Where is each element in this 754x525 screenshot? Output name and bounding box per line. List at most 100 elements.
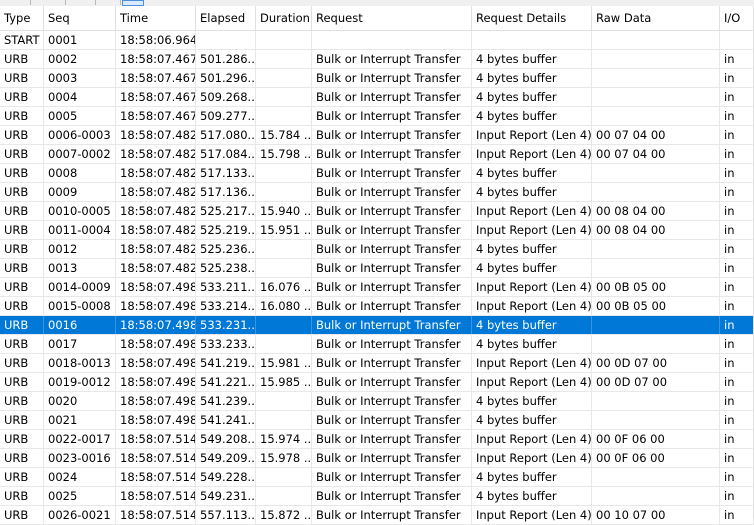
toolbar-fragment xyxy=(65,0,96,5)
cell-type: URB xyxy=(0,126,44,144)
table-row[interactable]: URB 0006-0003 18:58:07.482 517.080... 15.784… xyxy=(0,126,754,145)
cell-request-details: Input Report (Len 4) xyxy=(472,297,592,315)
table-row[interactable]: URB 0017 18:58:07.498 533.233... Bulk or Int… xyxy=(0,335,754,354)
cell-type: URB xyxy=(0,164,44,182)
cell-type: URB xyxy=(0,202,44,220)
cell-duration: 16.076 ... xyxy=(256,278,312,296)
column-header-row: Type Seq Time Elapsed Duration Request R… xyxy=(0,6,754,31)
cell-raw-data: 00 0B 05 00 xyxy=(592,297,720,315)
cell-request: Bulk or Interrupt Transfer xyxy=(312,506,472,524)
cell-time: 18:58:07.482 xyxy=(116,145,196,163)
table-row[interactable]: URB 0018-0013 18:58:07.498 541.219... 15.981… xyxy=(0,354,754,373)
cell-type: URB xyxy=(0,50,44,68)
column-header-request[interactable]: Request xyxy=(312,6,472,30)
cell-io: in xyxy=(720,145,754,163)
cell-raw-data xyxy=(592,69,720,87)
table-row[interactable]: URB 0007-0002 18:58:07.482 517.084... 15.798… xyxy=(0,145,754,164)
cell-io: in xyxy=(720,487,754,505)
cell-duration: 16.080 ... xyxy=(256,297,312,315)
cell-time: 18:58:07.482 xyxy=(116,259,196,277)
cell-request-details: Input Report (Len 4) xyxy=(472,145,592,163)
cell-duration: 15.940 ... xyxy=(256,202,312,220)
table-row[interactable]: START 0001 18:58:06.964 xyxy=(0,31,754,50)
cell-seq: 0003 xyxy=(44,69,116,87)
cell-seq: 0013 xyxy=(44,259,116,277)
table-row[interactable]: URB 0004 18:58:07.467 509.268... Bulk or Int… xyxy=(0,88,754,107)
table-row[interactable]: URB 0020 18:58:07.498 541.239... Bulk or Int… xyxy=(0,392,754,411)
cell-request-details: 4 bytes buffer xyxy=(472,164,592,182)
cell-request: Bulk or Interrupt Transfer xyxy=(312,373,472,391)
cell-time: 18:58:07.514 xyxy=(116,430,196,448)
cell-elapsed: 549.208... xyxy=(196,430,256,448)
cell-seq: 0014-0009 xyxy=(44,278,116,296)
cell-time: 18:58:07.467 xyxy=(116,107,196,125)
cell-duration xyxy=(256,487,312,505)
table-row[interactable]: URB 0024 18:58:07.514 549.228... Bulk or Int… xyxy=(0,468,754,487)
table-row[interactable]: URB 0025 18:58:07.514 549.231... Bulk or Int… xyxy=(0,487,754,506)
table-row[interactable]: URB 0013 18:58:07.482 525.238... Bulk or Int… xyxy=(0,259,754,278)
cell-seq: 0001 xyxy=(44,31,116,49)
cell-type: URB xyxy=(0,430,44,448)
table-row[interactable]: URB 0002 18:58:07.467 501.286... Bulk or Int… xyxy=(0,50,754,69)
cell-duration xyxy=(256,107,312,125)
cell-request-details: 4 bytes buffer xyxy=(472,69,592,87)
cell-io: in xyxy=(720,392,754,410)
column-header-time[interactable]: Time xyxy=(116,6,196,30)
cell-io: in xyxy=(720,278,754,296)
cell-duration xyxy=(256,335,312,353)
column-header-seq[interactable]: Seq xyxy=(44,6,116,30)
cell-elapsed: 525.236... xyxy=(196,240,256,258)
cell-io: in xyxy=(720,335,754,353)
column-header-type[interactable]: Type xyxy=(0,6,44,30)
table-row[interactable]: URB 0023-0016 18:58:07.514 549.209... 15.978… xyxy=(0,449,754,468)
cell-seq: 0017 xyxy=(44,335,116,353)
table-row[interactable]: URB 0015-0008 18:58:07.498 533.214... 16.080… xyxy=(0,297,754,316)
cell-type: URB xyxy=(0,240,44,258)
column-header-raw-data[interactable]: Raw Data xyxy=(592,6,720,30)
table-row[interactable]: URB 0010-0005 18:58:07.482 525.217... 15.940… xyxy=(0,202,754,221)
column-header-elapsed[interactable]: Elapsed xyxy=(196,6,256,30)
cell-type: URB xyxy=(0,468,44,486)
table-row[interactable]: URB 0022-0017 18:58:07.514 549.208... 15.974… xyxy=(0,430,754,449)
cell-type: URB xyxy=(0,335,44,353)
cell-time: 18:58:07.467 xyxy=(116,50,196,68)
table-row[interactable]: URB 0012 18:58:07.482 525.236... Bulk or Int… xyxy=(0,240,754,259)
table-row[interactable]: URB 0014-0009 18:58:07.498 533.211... 16.076… xyxy=(0,278,754,297)
table-row[interactable]: URB 0026-0021 18:58:07.514 557.113... 15.872… xyxy=(0,506,754,525)
cell-time: 18:58:07.498 xyxy=(116,278,196,296)
table-row[interactable]: URB 0003 18:58:07.467 501.296... Bulk or Int… xyxy=(0,69,754,88)
table-row-selected[interactable]: URB 0016 18:58:07.498 533.231... Bulk or Int… xyxy=(0,316,754,335)
cell-io: in xyxy=(720,506,754,524)
table-row[interactable]: URB 0005 18:58:07.467 509.277... Bulk or Int… xyxy=(0,107,754,126)
cell-duration xyxy=(256,259,312,277)
cell-duration: 15.798 ... xyxy=(256,145,312,163)
cell-time: 18:58:06.964 xyxy=(116,31,196,49)
cell-request: Bulk or Interrupt Transfer xyxy=(312,202,472,220)
cell-seq: 0009 xyxy=(44,183,116,201)
cell-raw-data xyxy=(592,468,720,486)
cell-type: URB xyxy=(0,449,44,467)
table-row[interactable]: URB 0008 18:58:07.482 517.133... Bulk or Int… xyxy=(0,164,754,183)
table-row[interactable]: URB 0019-0012 18:58:07.498 541.221... 15.985… xyxy=(0,373,754,392)
cell-request-details: 4 bytes buffer xyxy=(472,107,592,125)
cell-seq: 0019-0012 xyxy=(44,373,116,391)
cell-duration xyxy=(256,164,312,182)
cell-seq: 0004 xyxy=(44,88,116,106)
table-row[interactable]: URB 0011-0004 18:58:07.482 525.219... 15.951… xyxy=(0,221,754,240)
cell-type: URB xyxy=(0,107,44,125)
cell-request: Bulk or Interrupt Transfer xyxy=(312,487,472,505)
cell-type: URB xyxy=(0,278,44,296)
column-header-io[interactable]: I/O xyxy=(720,6,754,30)
cell-raw-data: 00 0F 06 00 xyxy=(592,430,720,448)
cell-io xyxy=(720,31,754,49)
cell-request: Bulk or Interrupt Transfer xyxy=(312,316,472,334)
table-row[interactable]: URB 0009 18:58:07.482 517.136... Bulk or Int… xyxy=(0,183,754,202)
table-row[interactable]: URB 0021 18:58:07.498 541.241... Bulk or Int… xyxy=(0,411,754,430)
column-header-request-details[interactable]: Request Details xyxy=(472,6,592,30)
column-header-duration[interactable]: Duration xyxy=(256,6,312,30)
cell-io: in xyxy=(720,183,754,201)
cell-io: in xyxy=(720,373,754,391)
cell-raw-data: 00 07 04 00 xyxy=(592,145,720,163)
cell-raw-data xyxy=(592,335,720,353)
cell-elapsed: 501.286... xyxy=(196,50,256,68)
